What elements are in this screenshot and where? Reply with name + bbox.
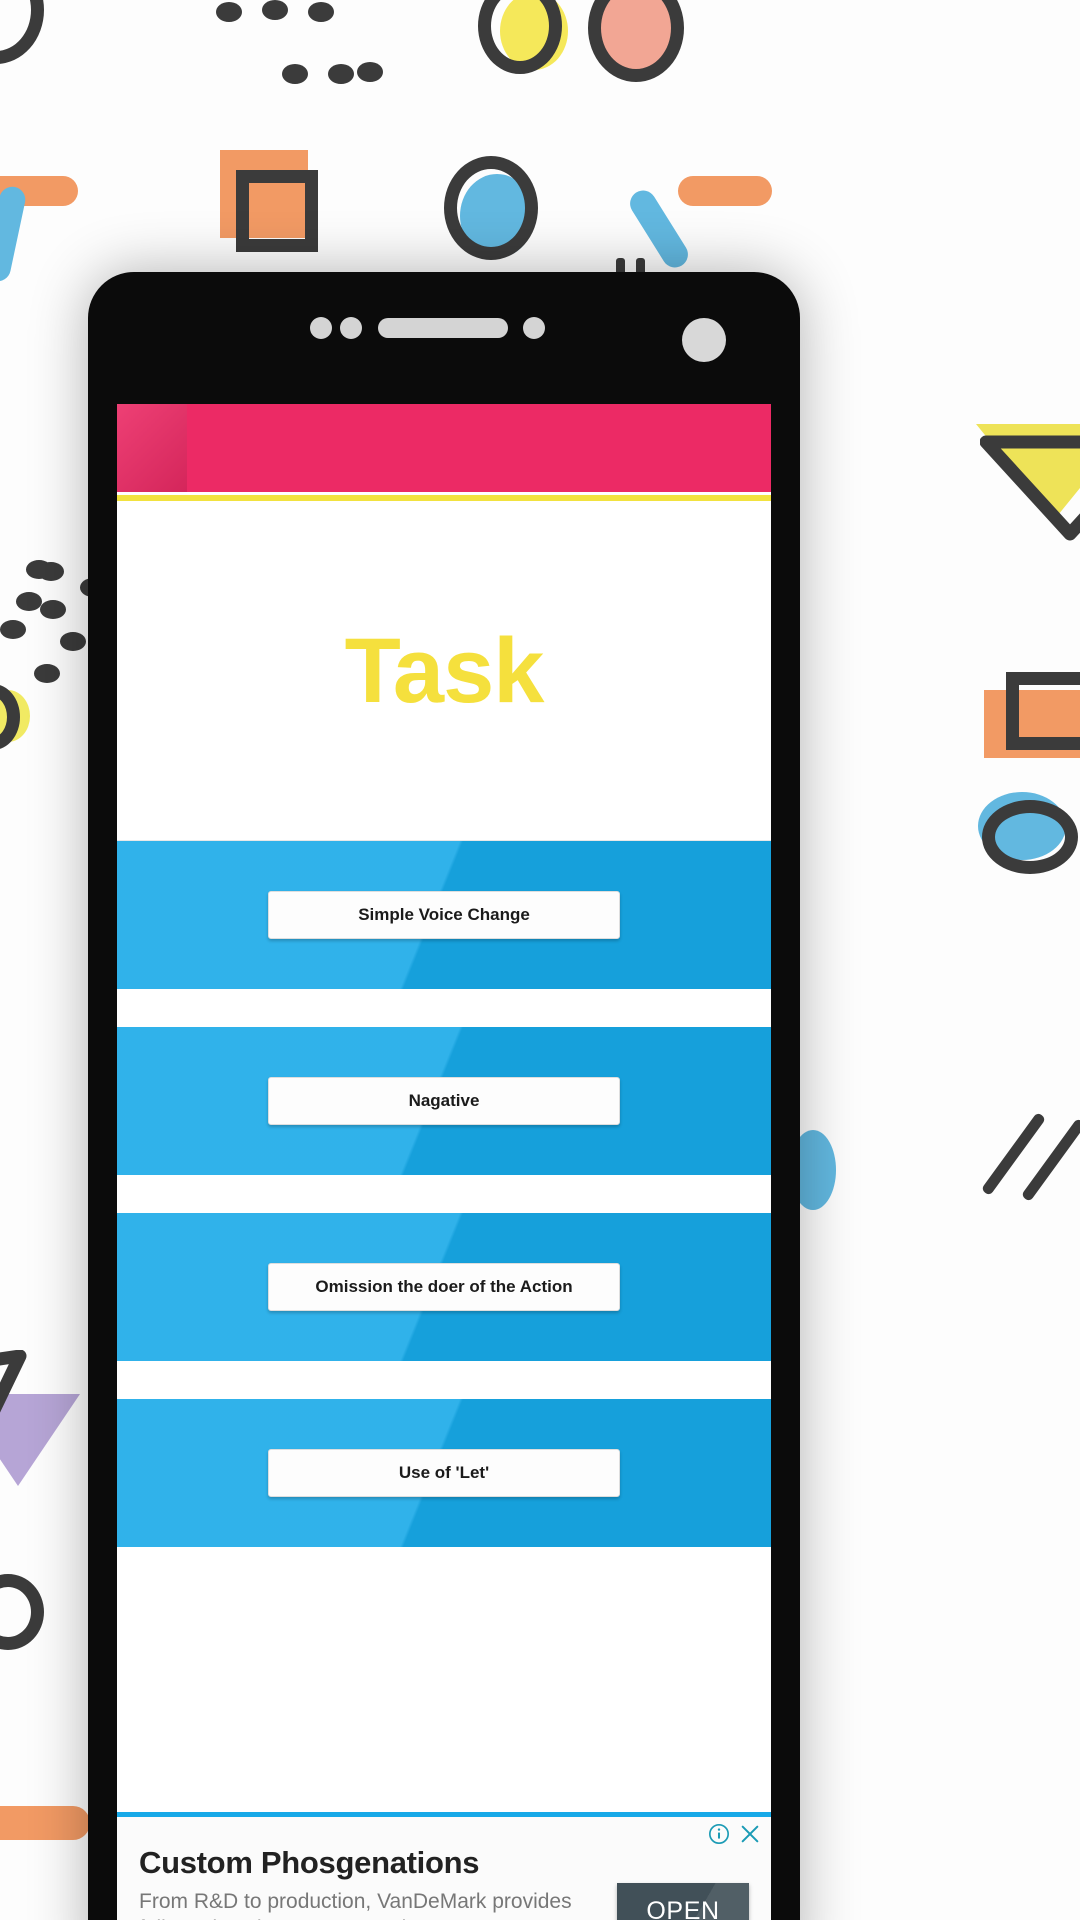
info-circle-icon[interactable] — [708, 1823, 730, 1845]
menu-button-omission-the-doer-of-the-action[interactable]: Omission the doer of the Action — [268, 1263, 620, 1311]
page-title: Task — [344, 619, 545, 722]
ad-banner[interactable]: Custom Phosgenations From R&D to product… — [117, 1812, 771, 1920]
decor-dot — [40, 600, 66, 619]
decor-ring — [0, 1574, 44, 1650]
sensor-dot-icon — [340, 317, 362, 339]
decor-dot — [60, 632, 86, 651]
decor-ring — [0, 0, 44, 64]
decor-bar-orange — [0, 1806, 90, 1840]
menu-button-simple-voice-change[interactable]: Simple Voice Change — [268, 891, 620, 939]
decor-ring — [588, 0, 684, 82]
decor-stroke-blue — [0, 184, 28, 284]
menu-button-use-of-let[interactable]: Use of 'Let' — [268, 1449, 620, 1497]
front-camera-icon — [682, 318, 726, 362]
ad-text-block: Custom Phosgenations From R&D to product… — [139, 1845, 591, 1920]
close-x-icon[interactable] — [739, 1823, 761, 1845]
menu-row[interactable]: Simple Voice Change — [117, 841, 771, 989]
sensor-dot-icon — [310, 317, 332, 339]
decor-triangle-outline — [0, 1350, 27, 1413]
menu-row[interactable]: Use of 'Let' — [117, 1399, 771, 1547]
decor-dot — [16, 592, 42, 611]
decor-bar-orange — [678, 176, 772, 206]
decor-dot — [308, 2, 334, 22]
app-bar — [117, 404, 771, 492]
decor-dot — [357, 62, 383, 82]
decor-square-outline — [236, 170, 318, 252]
decor-ring — [982, 800, 1078, 874]
ad-headline: Custom Phosgenations — [139, 1845, 480, 1880]
earpiece-speaker — [378, 318, 508, 338]
decor-dot — [262, 0, 288, 20]
decor-dot — [34, 664, 60, 683]
decor-dot — [0, 620, 26, 639]
app-screen: Task Simple Voice Change Nagative Omissi… — [117, 404, 771, 1920]
decor-dot — [216, 2, 242, 22]
menu-row[interactable]: Omission the doer of the Action — [117, 1213, 771, 1361]
phone-mockup: Task Simple Voice Change Nagative Omissi… — [88, 272, 800, 1920]
ad-description-text: From R&D to production, VanDeMark provid… — [139, 1889, 572, 1920]
decor-dot — [282, 64, 308, 84]
ad-description: From R&D to production, VanDeMark provid… — [139, 1888, 591, 1920]
decor-triangle-outline — [980, 435, 1080, 541]
ad-open-button[interactable]: OPEN — [617, 1883, 749, 1920]
menu-row[interactable]: Nagative — [117, 1027, 771, 1175]
decor-dot — [38, 562, 64, 581]
hero-card: Task — [117, 495, 771, 841]
ad-controls — [708, 1823, 761, 1845]
menu-button-nagative[interactable]: Nagative — [268, 1077, 620, 1125]
decor-dot — [328, 64, 354, 84]
screenshot-stage: Task Simple Voice Change Nagative Omissi… — [0, 0, 1080, 1920]
decor-ring — [444, 156, 538, 260]
decor-rect-outline — [1006, 672, 1080, 750]
phone-top-bezel — [88, 272, 800, 404]
sensor-dot-icon — [523, 317, 545, 339]
